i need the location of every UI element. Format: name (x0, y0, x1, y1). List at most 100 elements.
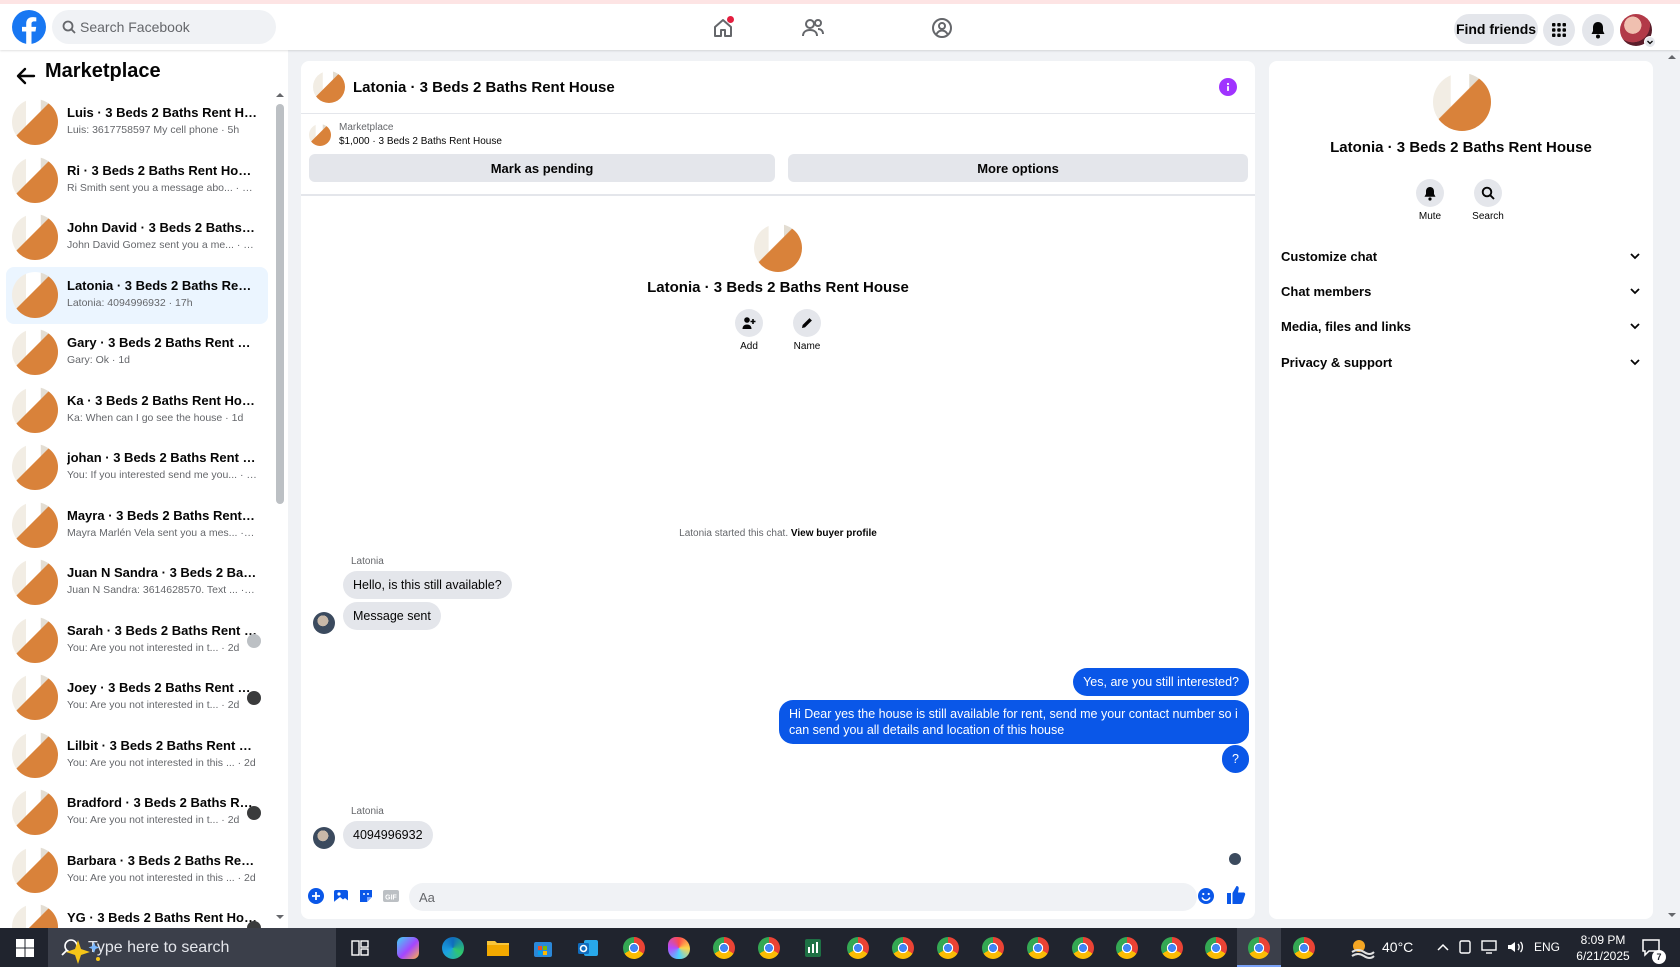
message-bubble-incoming[interactable]: 4094996932 (343, 821, 433, 849)
network-icon[interactable] (1480, 939, 1498, 955)
chrome-profile-icon[interactable] (980, 935, 1006, 961)
edit-name-button[interactable]: Name (787, 309, 827, 352)
edge-browser-icon[interactable] (440, 935, 466, 961)
copilot-app-icon[interactable] (395, 935, 421, 961)
scroll-up-arrow-icon[interactable] (274, 90, 286, 100)
listing-price-title[interactable]: $1,000 · 3 Beds 2 Baths Rent House (339, 136, 502, 147)
message-bubble-outgoing[interactable]: Hi Dear yes the house is still available… (779, 700, 1249, 744)
notifications-button[interactable] (1582, 14, 1614, 46)
section-label: Chat members (1281, 284, 1372, 299)
chrome-profile-icon[interactable] (711, 935, 737, 961)
chat-members-section[interactable]: Chat members (1281, 276, 1641, 306)
chrome-profile-icon[interactable] (845, 935, 871, 961)
file-explorer-icon[interactable] (485, 935, 511, 961)
svg-text:GIF: GIF (385, 895, 397, 902)
conversation-item[interactable]: johan · 3 Beds 2 Baths Rent Ho... You: If… (6, 439, 268, 497)
listing-thumbnail[interactable] (313, 71, 345, 103)
details-thumbnail[interactable] (1433, 73, 1491, 131)
chrome-profile-icon[interactable] (1203, 935, 1229, 961)
page-scroll-down-arrow-icon[interactable] (1666, 910, 1678, 920)
conversation-item[interactable]: Juan N Sandra · 3 Beds 2 Baths ... Juan N… (6, 554, 268, 612)
conversation-item[interactable]: Gary · 3 Beds 2 Baths Rent House Gary: Ok… (6, 324, 268, 382)
message-bubble-incoming[interactable]: Message sent (343, 602, 441, 630)
sender-avatar[interactable] (313, 827, 335, 849)
message-bubble-outgoing[interactable]: Yes, are you still interested? (1073, 668, 1249, 696)
mute-button[interactable]: Mute (1405, 179, 1455, 222)
conversation-preview: You: If you interested send me you... · … (67, 469, 257, 481)
friends-nav-button[interactable] (793, 10, 833, 46)
conversation-item[interactable]: Ka · 3 Beds 2 Baths Rent House Ka: When c… (6, 382, 268, 440)
more-options-button[interactable]: More options (788, 154, 1248, 182)
search-input[interactable] (80, 10, 270, 44)
sticker-icon[interactable] (357, 887, 375, 905)
message-input[interactable] (409, 883, 1197, 911)
conversation-item[interactable]: Luis · 3 Beds 2 Baths Rent House Luis: 36… (6, 94, 268, 152)
conversation-item[interactable]: Ri · 3 Beds 2 Baths Rent House Ri Smith s… (6, 152, 268, 210)
home-nav-button[interactable] (703, 10, 743, 46)
language-indicator[interactable]: ENG (1534, 940, 1560, 954)
chrome-icon[interactable] (621, 935, 647, 961)
chrome-profile-icon[interactable] (1025, 935, 1051, 961)
windows-start-icon[interactable] (10, 936, 40, 960)
taskbar-search-box[interactable]: Type here to search (48, 928, 336, 967)
add-people-button[interactable]: Add (729, 309, 769, 352)
conversation-item[interactable]: Latonia · 3 Beds 2 Baths Rent H... Latoni… (6, 266, 268, 324)
outlook-icon[interactable] (575, 935, 601, 961)
copilot-sparkle-icon[interactable] (60, 938, 104, 966)
page-scroll-up-arrow-icon[interactable] (1666, 52, 1678, 62)
conversation-item[interactable]: Barbara · 3 Beds 2 Baths Rent H... You: A… (6, 842, 268, 900)
weather-icon[interactable] (1348, 936, 1376, 960)
groups-nav-button[interactable] (922, 10, 962, 46)
conversation-name: Barbara · 3 Beds 2 Baths Rent H... (67, 852, 257, 868)
conversation-item[interactable]: Sarah · 3 Beds 2 Baths Rent H... You: Are… (6, 612, 268, 670)
conversation-item[interactable]: Mayra · 3 Beds 2 Baths Rent Ho... Mayra M… (6, 497, 268, 555)
account-chevron-icon[interactable] (1644, 36, 1656, 48)
message-bubble-outgoing[interactable]: ? (1222, 745, 1249, 773)
conversation-item[interactable]: YG · 3 Beds 2 Baths Rent House (6, 899, 268, 928)
tray-chevron-up-icon[interactable] (1436, 942, 1450, 952)
privacy-support-section[interactable]: Privacy & support (1281, 347, 1641, 377)
task-view-icon[interactable] (347, 935, 373, 961)
sender-avatar[interactable] (313, 612, 335, 634)
chrome-profile-icon[interactable] (890, 935, 916, 961)
scroll-down-arrow-icon[interactable] (274, 912, 286, 922)
customize-chat-section[interactable]: Customize chat (1281, 241, 1641, 271)
emoji-icon[interactable] (1197, 887, 1215, 905)
plus-circle-icon[interactable] (307, 887, 325, 905)
volume-icon[interactable] (1506, 939, 1524, 955)
back-arrow-icon[interactable] (14, 64, 38, 88)
info-icon[interactable] (1219, 78, 1237, 96)
listing-small-thumbnail[interactable] (309, 124, 331, 146)
photo-icon[interactable] (332, 887, 350, 905)
conversation-item[interactable]: Lilbit · 3 Beds 2 Baths Rent House You: A… (6, 727, 268, 785)
paint-app-icon[interactable] (666, 935, 692, 961)
view-buyer-profile-link[interactable]: View buyer profile (791, 528, 877, 539)
gif-icon[interactable]: GIF (382, 887, 400, 905)
device-icon[interactable] (1458, 939, 1472, 955)
microsoft-store-icon[interactable] (530, 935, 556, 961)
chrome-profile-icon[interactable] (756, 935, 782, 961)
search-in-conversation-button[interactable]: Search (1463, 179, 1513, 222)
chrome-profile-icon[interactable] (935, 935, 961, 961)
find-friends-button[interactable]: Find friends (1454, 14, 1538, 44)
clock[interactable]: 8:09 PM 6/21/2025 (1573, 932, 1633, 964)
conversation-item[interactable]: Joey · 3 Beds 2 Baths Rent Ho... You: Are… (6, 669, 268, 727)
mark-as-pending-button[interactable]: Mark as pending (309, 154, 775, 182)
chrome-profile-icon[interactable] (1159, 935, 1185, 961)
message-bubble-incoming[interactable]: Hello, is this still available? (343, 571, 512, 599)
conversation-preview: Gary: Ok · 1d (67, 354, 131, 366)
facebook-logo-icon[interactable] (12, 10, 46, 44)
conversation-list-scrollbar[interactable] (276, 104, 284, 504)
spreadsheet-app-icon[interactable] (800, 935, 826, 961)
chrome-active-window-icon[interactable] (1246, 935, 1272, 961)
conversation-item[interactable]: Bradford · 3 Beds 2 Baths Ren... You: Are… (6, 784, 268, 842)
chat-title[interactable]: Latonia · 3 Beds 2 Baths Rent House (353, 79, 615, 96)
like-thumb-icon[interactable] (1226, 885, 1246, 905)
chrome-profile-icon[interactable] (1070, 935, 1096, 961)
media-files-links-section[interactable]: Media, files and links (1281, 311, 1641, 341)
chrome-profile-icon[interactable] (1291, 935, 1317, 961)
conversation-item[interactable]: John David · 3 Beds 2 Baths Ren... John D… (6, 209, 268, 267)
menu-button[interactable] (1543, 14, 1575, 46)
search-box[interactable] (52, 10, 276, 44)
chrome-profile-icon[interactable] (1114, 935, 1140, 961)
